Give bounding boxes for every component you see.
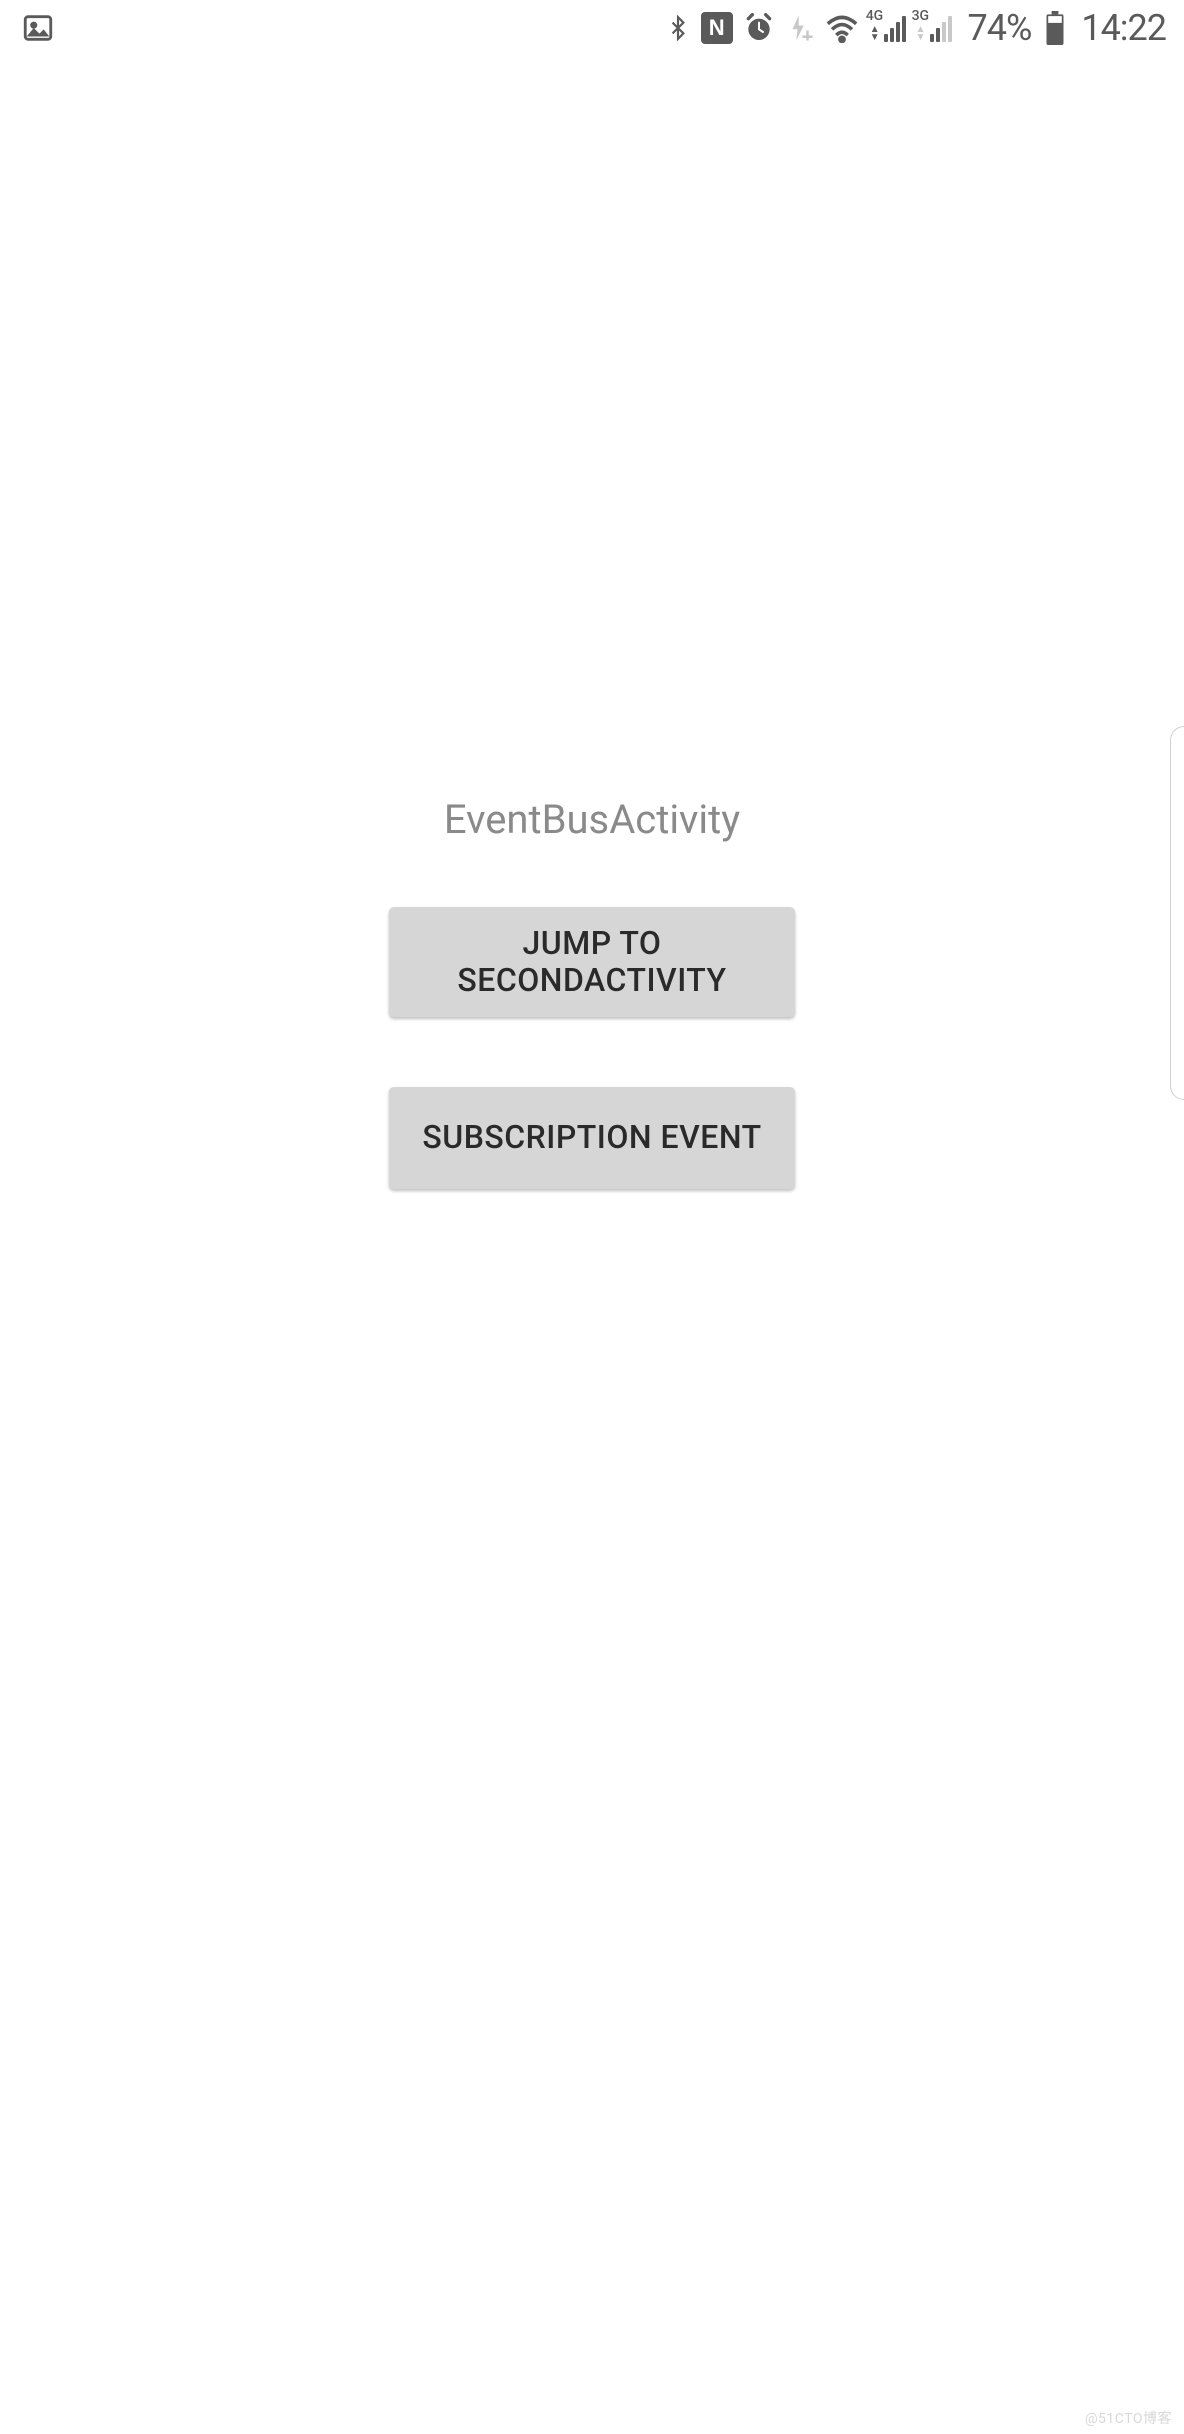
activity-content: EventBusActivity JUMP TO SECONDACTIVITY … bbox=[0, 56, 1184, 2434]
subscription-event-button[interactable]: SUBSCRIPTION EVENT bbox=[389, 1087, 795, 1189]
signal-4g-icon: 4G ▲▼ bbox=[868, 14, 906, 42]
status-clock: 14:22 bbox=[1081, 7, 1166, 49]
status-right: N 4G ▲▼ bbox=[662, 7, 1166, 49]
status-bar: N 4G ▲▼ bbox=[0, 0, 1184, 56]
battery-percentage: 74% bbox=[968, 7, 1032, 49]
alarm-icon bbox=[743, 12, 775, 44]
charging-icon bbox=[785, 13, 815, 43]
activity-title: EventBusActivity bbox=[444, 796, 740, 843]
status-left bbox=[18, 11, 58, 45]
picture-icon bbox=[21, 11, 55, 45]
watermark: @51CTO博客 bbox=[1085, 2408, 1172, 2428]
jump-to-secondactivity-button[interactable]: JUMP TO SECONDACTIVITY bbox=[389, 907, 795, 1017]
bluetooth-icon bbox=[665, 12, 691, 44]
wifi-icon bbox=[825, 13, 859, 43]
battery-icon bbox=[1044, 11, 1066, 45]
signal-3g-icon: 3G ▲▼ bbox=[914, 14, 952, 42]
edge-panel-handle[interactable] bbox=[1170, 726, 1184, 1100]
nfc-icon: N bbox=[701, 12, 733, 44]
